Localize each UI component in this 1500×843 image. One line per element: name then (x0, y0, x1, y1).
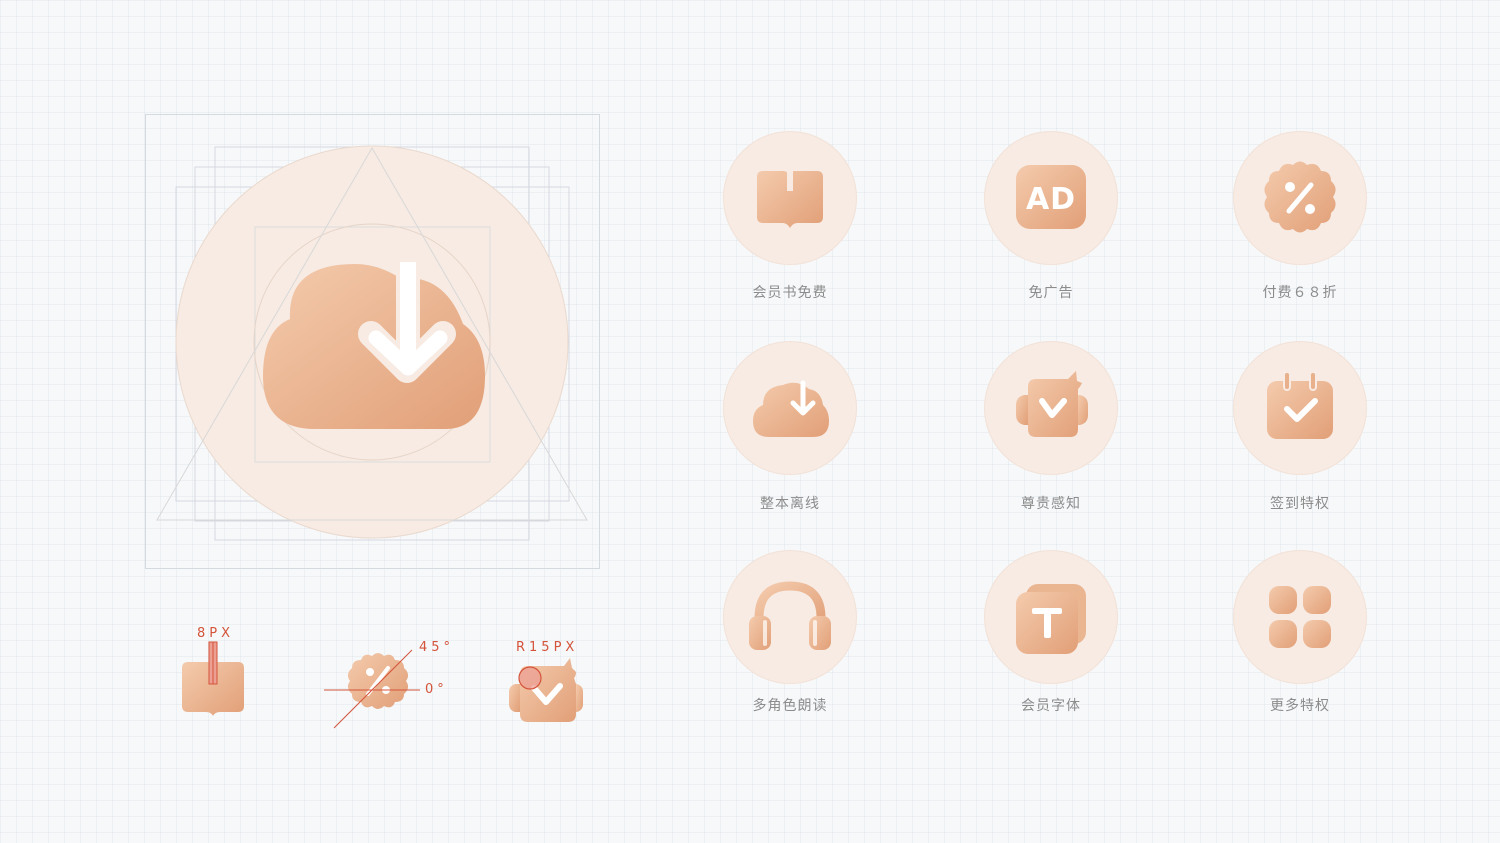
feature-no-ads[interactable]: AD (984, 131, 1118, 265)
discount-badge-icon (347, 653, 409, 709)
crown-check-icon (1016, 371, 1088, 437)
feature-discount[interactable] (1233, 131, 1367, 265)
book-icon (757, 171, 823, 228)
icon-construction-grid (145, 114, 600, 569)
feature-label-no-ads: 免广告 (1028, 285, 1074, 301)
feature-free-books[interactable] (723, 131, 857, 265)
feature-label-discount: 付费６８折 (1262, 285, 1338, 301)
feature-member-fonts[interactable] (984, 550, 1118, 684)
feature-offline-download[interactable] (723, 341, 857, 475)
feature-label-member-fonts: 会员字体 (1021, 698, 1081, 714)
feature-label-free-books: 会员书免费 (752, 285, 828, 301)
headphones-icon (749, 581, 831, 650)
crown-check-icon (509, 658, 583, 722)
spec-corner-radius: R15PX (506, 640, 586, 726)
feature-check-in[interactable] (1233, 341, 1367, 475)
font-t-icon (1016, 584, 1086, 654)
spec-angle: 45° 0° (322, 636, 452, 730)
calendar-check-icon (1267, 371, 1333, 439)
feature-vip-experience[interactable] (984, 341, 1118, 475)
feature-label-offline-download: 整本离线 (760, 496, 820, 512)
feature-label-more-privileges: 更多特权 (1270, 698, 1330, 714)
ad-icon: AD (1016, 165, 1086, 229)
cloud-download-icon (753, 380, 829, 437)
spec-angle-45-label: 45° (419, 640, 455, 655)
feature-multi-voice[interactable] (723, 550, 857, 684)
feature-label-vip-experience: 尊贵感知 (1021, 496, 1081, 512)
discount-badge-icon (1264, 161, 1336, 233)
grid-apps-icon (1269, 586, 1331, 648)
spec-stroke-width: 8PX (180, 626, 246, 718)
feature-label-check-in: 签到特权 (1270, 496, 1330, 512)
feature-more-privileges[interactable] (1233, 550, 1367, 684)
feature-label-multi-voice: 多角色朗读 (752, 698, 828, 714)
spec-angle-0-label: 0° (425, 682, 448, 697)
svg-text:AD: AD (1026, 182, 1076, 217)
